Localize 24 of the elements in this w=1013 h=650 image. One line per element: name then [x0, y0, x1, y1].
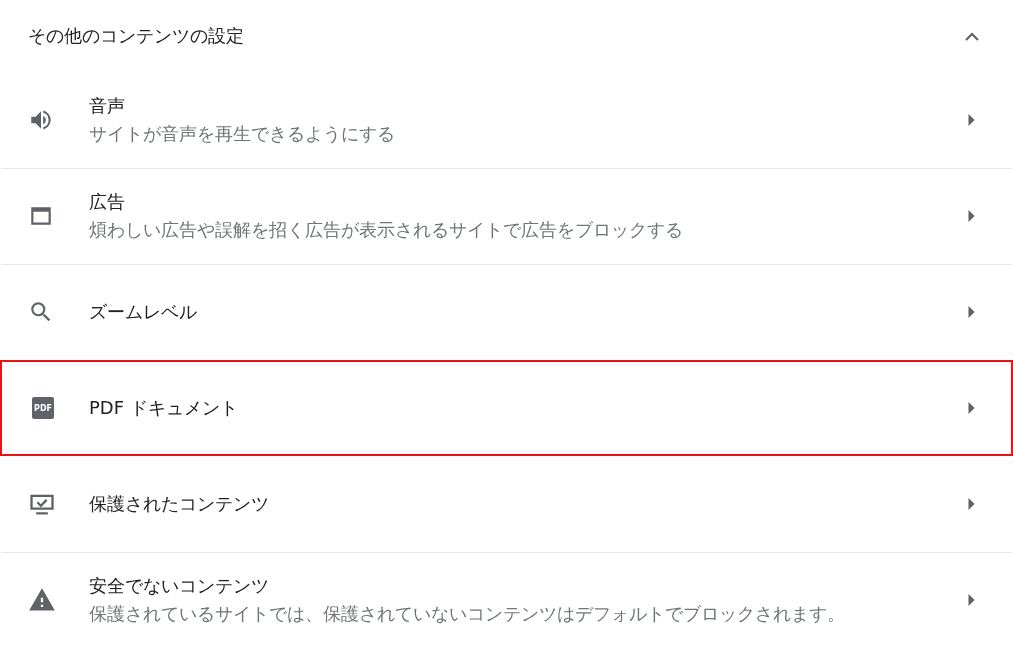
chevron-icon[interactable]: [965, 31, 979, 41]
row-title: 音声: [89, 94, 126, 118]
row-description: 煩わしい広告や誤解を招く広告が表示されるサイトで広告をブロックする: [89, 217, 684, 242]
arrow-right-icon: [968, 209, 975, 222]
row-title: 広告: [89, 189, 126, 214]
row-title: 保護されたコンテンツ: [89, 492, 270, 516]
settings-row[interactable]: ズームレベル: [0, 264, 1013, 360]
settings-row[interactable]: PDF PDF ドキュメント: [0, 360, 1013, 456]
row-title: PDF ドキュメント: [89, 396, 239, 420]
row-description: 保護されているサイトでは、保護されていないコンテンツはデフォルトでブロックされます。: [89, 601, 846, 626]
settings-row[interactable]: 広告 煩わしい広告や誤解を招く広告が表示されるサイトで広告をブロックする: [0, 168, 1013, 264]
arrow-right-icon: [968, 498, 975, 510]
section-title: その他のコンテンツの設定: [28, 24, 244, 48]
settings-row[interactable]: 安全でないコンテンツ 保護されているサイトでは、保護されていないコンテンツはデフォルトでブロックされます。: [0, 552, 1013, 648]
arrow-right-icon: [968, 305, 975, 318]
row-title: ズームレベル: [89, 299, 198, 324]
pdf-icon: PDF: [32, 397, 54, 419]
settings-row[interactable]: 保護されたコンテンツ: [0, 456, 1013, 552]
arrow-right-icon: [968, 593, 975, 606]
arrow-right-icon: [968, 114, 975, 126]
row-title: 安全でないコンテンツ: [89, 573, 270, 598]
settings-row[interactable]: 音声 サイトが音声を再生できるようにする: [0, 72, 1013, 168]
row-description: サイトが音声を再生できるようにする: [89, 122, 396, 146]
arrow-right-icon: [968, 402, 975, 414]
